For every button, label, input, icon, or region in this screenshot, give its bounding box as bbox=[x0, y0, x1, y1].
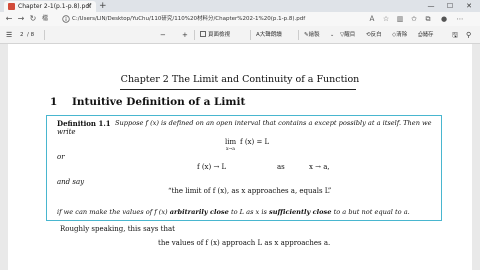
save-icon[interactable]: 🖫 bbox=[452, 26, 458, 44]
info-icon[interactable] bbox=[62, 15, 70, 23]
arrow-expression-left: f (x) → L bbox=[197, 163, 227, 171]
condition-part2: to L as x is bbox=[230, 208, 267, 216]
condition-part3: to a but not equal to a. bbox=[333, 208, 410, 216]
pin-icon[interactable]: ⚲ bbox=[466, 26, 471, 44]
section-number: 1 bbox=[50, 96, 58, 108]
condition-bold2: sufficiently close bbox=[268, 208, 332, 216]
lim-word: lim bbox=[225, 138, 237, 146]
lim-subscript: x→a bbox=[226, 147, 235, 152]
collections-icon[interactable]: ⧉ bbox=[422, 12, 434, 26]
as-word: as bbox=[277, 163, 285, 171]
pdf-toolbar bbox=[0, 26, 480, 44]
toolbar-divider bbox=[194, 30, 195, 40]
refresh-icon[interactable]: ↻ bbox=[28, 12, 38, 26]
toolbar-divider bbox=[250, 30, 251, 40]
minimize-button[interactable]: — bbox=[424, 0, 438, 12]
profile-icon[interactable]: ● bbox=[438, 12, 450, 26]
draw-chevron-down-icon[interactable]: ⌄ bbox=[330, 26, 334, 44]
tab-title: Chapter 2-1(p.1-p.8).pdf bbox=[18, 3, 92, 10]
definition-label: Definition 1.1 bbox=[57, 119, 111, 128]
contents-icon[interactable]: ☰ bbox=[6, 26, 12, 44]
chapter-title: Chapter 2 The Limit and Continuity of a … bbox=[120, 74, 360, 85]
draw-label: 繪製 bbox=[308, 32, 320, 38]
window-close-button[interactable]: ✕ bbox=[462, 0, 476, 12]
forward-arrow-icon[interactable]: → bbox=[16, 12, 26, 26]
zoom-in-button[interactable]: + bbox=[182, 26, 188, 44]
pdf-file-icon bbox=[8, 3, 15, 10]
read-aloud-button[interactable]: A大聲朗讀 bbox=[256, 26, 282, 44]
roughly-paragraph: Roughly speaking, this says that bbox=[60, 225, 175, 233]
section-title: Intuitive Definition of a Limit bbox=[71, 96, 246, 108]
limit-quote: “the limit of f (x), as x approaches a, … bbox=[168, 187, 332, 195]
favorite-star-icon[interactable]: ☆ bbox=[380, 12, 392, 26]
page-number-input[interactable]: 2 bbox=[20, 26, 24, 44]
draw-button[interactable]: ✎繪製 bbox=[304, 26, 320, 44]
print-label: 儲存 bbox=[422, 32, 434, 38]
condition-bold1: arbitrarily close bbox=[169, 208, 229, 216]
section-heading: 1 Intuitive Definition of a Limit bbox=[50, 96, 245, 108]
read-mode-icon[interactable]: Ａ bbox=[366, 12, 378, 26]
toolbar-divider bbox=[298, 30, 299, 40]
read-aloud-label: 大聲朗讀 bbox=[259, 32, 282, 38]
or-word: or bbox=[57, 153, 65, 161]
and-say: and say bbox=[57, 178, 85, 186]
lim-expression: f (x) = L bbox=[240, 138, 270, 146]
erase-button[interactable]: ◇清除 bbox=[392, 26, 407, 44]
rotate-label: 反白 bbox=[370, 32, 382, 38]
condition-part1: if we can make the values of f (x) bbox=[57, 208, 168, 216]
zoom-out-button[interactable]: − bbox=[160, 26, 166, 44]
browser-tab[interactable]: Chapter 2-1(p.1-p.8).pdf × bbox=[4, 1, 96, 12]
erase-label: 清除 bbox=[396, 32, 408, 38]
new-tab-button[interactable]: + bbox=[99, 0, 107, 12]
favorites-icon[interactable]: ✩ bbox=[408, 12, 420, 26]
back-arrow-icon[interactable]: ← bbox=[4, 12, 14, 26]
more-menu-icon[interactable]: ⋯ bbox=[454, 12, 466, 26]
print-button[interactable]: ⎙儲存 bbox=[418, 26, 433, 44]
page-view-button[interactable]: 頁面檢視 bbox=[200, 26, 230, 44]
arrow-expression-right: x → a, bbox=[309, 163, 330, 171]
toolbar-divider bbox=[44, 30, 45, 40]
rotate-button[interactable]: ⟲反白 bbox=[366, 26, 382, 44]
split-screen-icon[interactable]: ▥ bbox=[394, 12, 406, 26]
chapter-title-rule bbox=[120, 89, 356, 90]
page-view-icon bbox=[200, 31, 206, 37]
highlight-label: 醒目 bbox=[344, 32, 356, 38]
page-total: / 8 bbox=[27, 32, 35, 38]
maximize-button[interactable]: ☐ bbox=[443, 0, 457, 12]
tab-close-button[interactable]: × bbox=[86, 1, 92, 12]
page-view-label: 頁面檢視 bbox=[208, 32, 231, 38]
highlight-button[interactable]: ▽醒目 bbox=[340, 26, 355, 44]
pdf-page: Chapter 2 The Limit and Continuity of a … bbox=[8, 44, 472, 270]
values-approach-line: the values of f (x) approach L as x appr… bbox=[158, 239, 331, 247]
definition-intro-line1: Suppose f (x) is defined on an open inte… bbox=[115, 119, 432, 127]
definition-intro-line2: write bbox=[57, 128, 76, 136]
url-input[interactable]: C:/Users/LIN/Desktop/YuChu/110研究/110%20材… bbox=[72, 12, 402, 26]
definition-condition: if we can make the values of f (x) arbit… bbox=[57, 208, 410, 216]
definition-box: Definition 1.1 Suppose f (x) is defined … bbox=[46, 115, 442, 221]
